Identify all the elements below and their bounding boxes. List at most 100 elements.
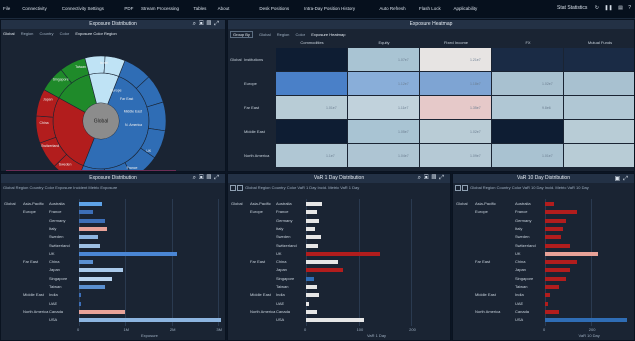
checkbox[interactable] bbox=[455, 185, 461, 191]
menu-item[interactable]: Flash Lock bbox=[419, 6, 441, 11]
sunburst-chart[interactable]: Global Europe Far East Middle East N. Americ… bbox=[1, 39, 226, 172]
level-country[interactable]: Country bbox=[40, 31, 54, 36]
menu-item[interactable]: Desk Positions bbox=[259, 6, 289, 11]
bar[interactable] bbox=[545, 251, 598, 256]
menu-item[interactable]: Applicability bbox=[454, 6, 478, 11]
menu-item[interactable]: Tables bbox=[193, 6, 206, 11]
level-global[interactable]: Global bbox=[3, 31, 15, 36]
bar[interactable] bbox=[79, 251, 177, 256]
bar[interactable] bbox=[79, 309, 126, 314]
bar[interactable] bbox=[79, 226, 107, 231]
menu-item[interactable]: About bbox=[218, 6, 230, 11]
heatmap-cell[interactable] bbox=[564, 72, 634, 96]
settings-icon[interactable]: ▣ bbox=[615, 176, 624, 182]
refresh-icon[interactable]: ↻ bbox=[595, 5, 599, 11]
controls-text[interactable]: Global Region Country Color VaR 1 Day In… bbox=[245, 185, 359, 190]
heatmap-cell[interactable] bbox=[492, 96, 564, 120]
bar[interactable] bbox=[545, 285, 559, 289]
bar[interactable] bbox=[545, 243, 571, 248]
expand-icon[interactable]: ⤢ bbox=[214, 21, 222, 27]
heatmap-cell[interactable] bbox=[276, 96, 348, 120]
heatmap-cell[interactable] bbox=[564, 120, 634, 144]
bar[interactable] bbox=[79, 218, 105, 223]
chart-icon[interactable]: ▤ bbox=[618, 5, 623, 11]
heatmap-cell[interactable] bbox=[276, 120, 348, 144]
settings-icon[interactable]: ▣ bbox=[199, 175, 207, 181]
sunburst-leaf[interactable] bbox=[146, 101, 167, 132]
pause-icon[interactable]: ❚❚ bbox=[604, 5, 612, 11]
bar[interactable] bbox=[545, 218, 566, 223]
bar[interactable] bbox=[306, 226, 316, 231]
checkbox[interactable] bbox=[237, 185, 243, 191]
menu-item[interactable]: Connectivity Settings bbox=[62, 6, 104, 11]
heatmap-cell[interactable] bbox=[492, 120, 564, 144]
bar[interactable] bbox=[545, 268, 571, 273]
bar[interactable] bbox=[79, 235, 98, 240]
bar[interactable] bbox=[306, 301, 309, 306]
heatmap-cell[interactable] bbox=[492, 144, 564, 168]
menu-item[interactable]: Auto Refresh bbox=[379, 6, 405, 11]
bar[interactable] bbox=[306, 318, 364, 323]
bar[interactable] bbox=[306, 268, 343, 273]
heatmap-cell[interactable] bbox=[564, 96, 634, 120]
checkbox[interactable] bbox=[230, 185, 236, 191]
bar[interactable] bbox=[545, 309, 559, 314]
bar[interactable] bbox=[545, 276, 566, 281]
bar[interactable] bbox=[306, 276, 314, 281]
bar[interactable] bbox=[306, 293, 320, 298]
bar[interactable] bbox=[306, 309, 317, 314]
level-global[interactable]: Global bbox=[259, 32, 271, 37]
heatmap-cell[interactable] bbox=[420, 120, 492, 144]
bar[interactable] bbox=[545, 235, 562, 240]
heatmap-cell[interactable] bbox=[564, 144, 634, 168]
bar[interactable] bbox=[79, 202, 103, 206]
bar[interactable] bbox=[306, 210, 317, 215]
bar[interactable] bbox=[545, 293, 550, 298]
horizontal-scrollbar[interactable] bbox=[6, 170, 176, 172]
bar[interactable] bbox=[545, 202, 555, 206]
color-value[interactable]: Exposure Heatmap bbox=[311, 32, 345, 37]
heatmap-cell[interactable] bbox=[348, 120, 420, 144]
heatmap-cell[interactable] bbox=[348, 96, 420, 120]
heatmap-cell[interactable] bbox=[348, 144, 420, 168]
level-region[interactable]: Region bbox=[277, 32, 290, 37]
bar[interactable] bbox=[545, 226, 564, 231]
bar[interactable] bbox=[306, 235, 321, 240]
color-value[interactable]: Exposure Color Region bbox=[75, 31, 116, 36]
bar[interactable] bbox=[306, 243, 318, 248]
bar[interactable] bbox=[306, 202, 322, 206]
panel-controls[interactable]: Global Region Country Color Exposure Inc… bbox=[3, 185, 117, 190]
bar[interactable] bbox=[79, 260, 93, 265]
bar[interactable] bbox=[79, 276, 112, 281]
heatmap-cell[interactable] bbox=[276, 144, 348, 168]
bar[interactable] bbox=[79, 243, 100, 248]
heatmap-cell[interactable] bbox=[348, 72, 420, 96]
heatmap-cell[interactable] bbox=[420, 72, 492, 96]
bar[interactable] bbox=[79, 268, 124, 273]
bar[interactable] bbox=[306, 285, 317, 289]
bar[interactable] bbox=[545, 210, 578, 215]
menu-item[interactable]: PDF bbox=[124, 6, 133, 11]
bar[interactable] bbox=[79, 285, 105, 289]
heatmap-cell[interactable] bbox=[420, 144, 492, 168]
bar[interactable] bbox=[545, 260, 578, 265]
bar[interactable] bbox=[79, 318, 221, 323]
heatmap-cell[interactable] bbox=[276, 72, 348, 96]
bar[interactable] bbox=[79, 293, 82, 298]
heatmap-cell[interactable] bbox=[348, 48, 420, 72]
expand-icon[interactable]: ⤢ bbox=[623, 176, 631, 182]
bar[interactable] bbox=[79, 301, 82, 306]
menu-item[interactable]: Intra-Day Position History bbox=[304, 6, 355, 11]
expand-icon[interactable]: ⤢ bbox=[439, 175, 447, 181]
checkbox[interactable] bbox=[462, 185, 468, 191]
bar[interactable] bbox=[545, 301, 549, 306]
heatmap-cell[interactable] bbox=[420, 48, 492, 72]
help-icon[interactable]: ? bbox=[628, 5, 631, 11]
settings-icon[interactable]: ▣ bbox=[199, 21, 207, 27]
heatmap-cell[interactable] bbox=[492, 72, 564, 96]
menu-item[interactable]: Connectivity bbox=[22, 6, 47, 11]
menu-item[interactable]: Stream Processing bbox=[141, 6, 179, 11]
heatmap-cell[interactable] bbox=[276, 48, 348, 72]
bar[interactable] bbox=[306, 218, 320, 223]
controls-text[interactable]: Global Region Country Color VaR 10 Day I… bbox=[470, 185, 589, 190]
